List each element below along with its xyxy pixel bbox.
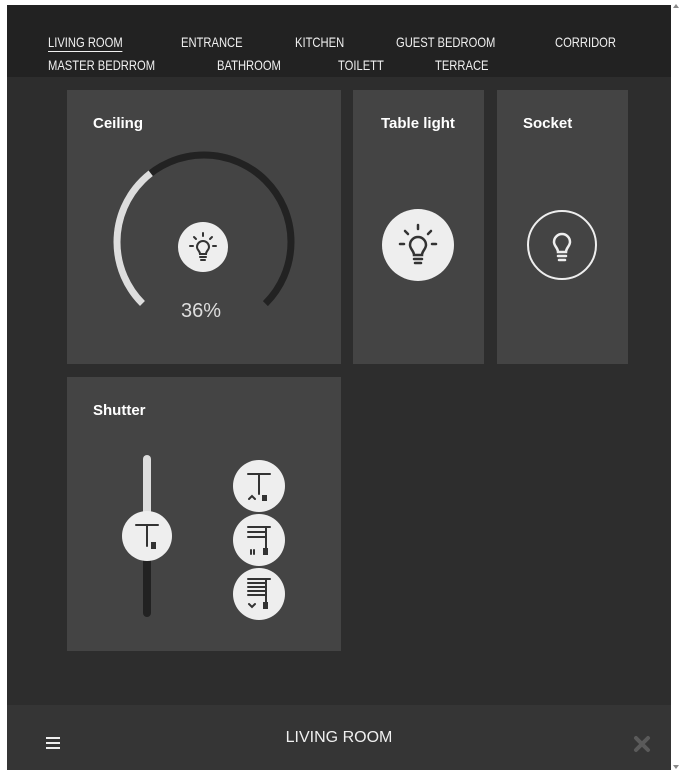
dimmer-value: 36%: [181, 300, 222, 322]
scroll-down-arrow-icon[interactable]: [673, 765, 679, 769]
tab-living-room[interactable]: LIVING ROOM: [48, 34, 123, 52]
table-light-card[interactable]: Table light: [353, 90, 484, 364]
lightbulb-icon[interactable]: [178, 222, 228, 272]
shutter-up-icon: [233, 460, 285, 512]
tab-terrace[interactable]: TERRACE: [435, 57, 489, 74]
tab-corridor[interactable]: CORRIDOR: [555, 34, 616, 51]
tab-master-bedroom[interactable]: MASTER BEDRROM: [48, 57, 155, 74]
tab-entrance[interactable]: ENTRANCE: [181, 34, 243, 51]
socket-card[interactable]: Socket: [497, 90, 628, 364]
tab-bathroom[interactable]: BATHROOM: [217, 57, 281, 74]
shutter-down-icon: [233, 568, 285, 620]
shutter-card[interactable]: Shutter: [67, 377, 341, 651]
tab-guest-bedroom[interactable]: GUEST BEDROOM: [396, 34, 495, 51]
bottom-bar: LIVING ROOM: [7, 705, 671, 770]
shutter-slider[interactable]: [122, 455, 172, 621]
lightbulb-icon[interactable]: [382, 209, 454, 281]
card-title: Shutter: [93, 402, 146, 419]
current-room-title: LIVING ROOM: [285, 729, 393, 746]
scroll-up-arrow-icon[interactable]: [673, 4, 679, 8]
tab-toilet[interactable]: TOILETT: [338, 57, 384, 74]
shutter-down-button[interactable]: [233, 568, 285, 620]
ceiling-card[interactable]: Ceiling 36%: [67, 90, 341, 364]
scrollbar[interactable]: [671, 0, 682, 775]
app-window: LIVING ROOM ENTRANCE KITCHEN GUEST BEDRO…: [7, 5, 671, 770]
close-icon[interactable]: [633, 735, 651, 753]
card-title: Socket: [523, 115, 573, 132]
tab-kitchen[interactable]: KITCHEN: [295, 34, 344, 51]
shutter-stop-button[interactable]: [233, 514, 285, 566]
room-navigation: LIVING ROOM ENTRANCE KITCHEN GUEST BEDRO…: [7, 5, 671, 77]
card-title: Table light: [381, 115, 455, 132]
lightbulb-icon[interactable]: [526, 209, 598, 281]
shutter-up-button[interactable]: [233, 460, 285, 512]
shutter-stop-icon: [233, 514, 285, 566]
